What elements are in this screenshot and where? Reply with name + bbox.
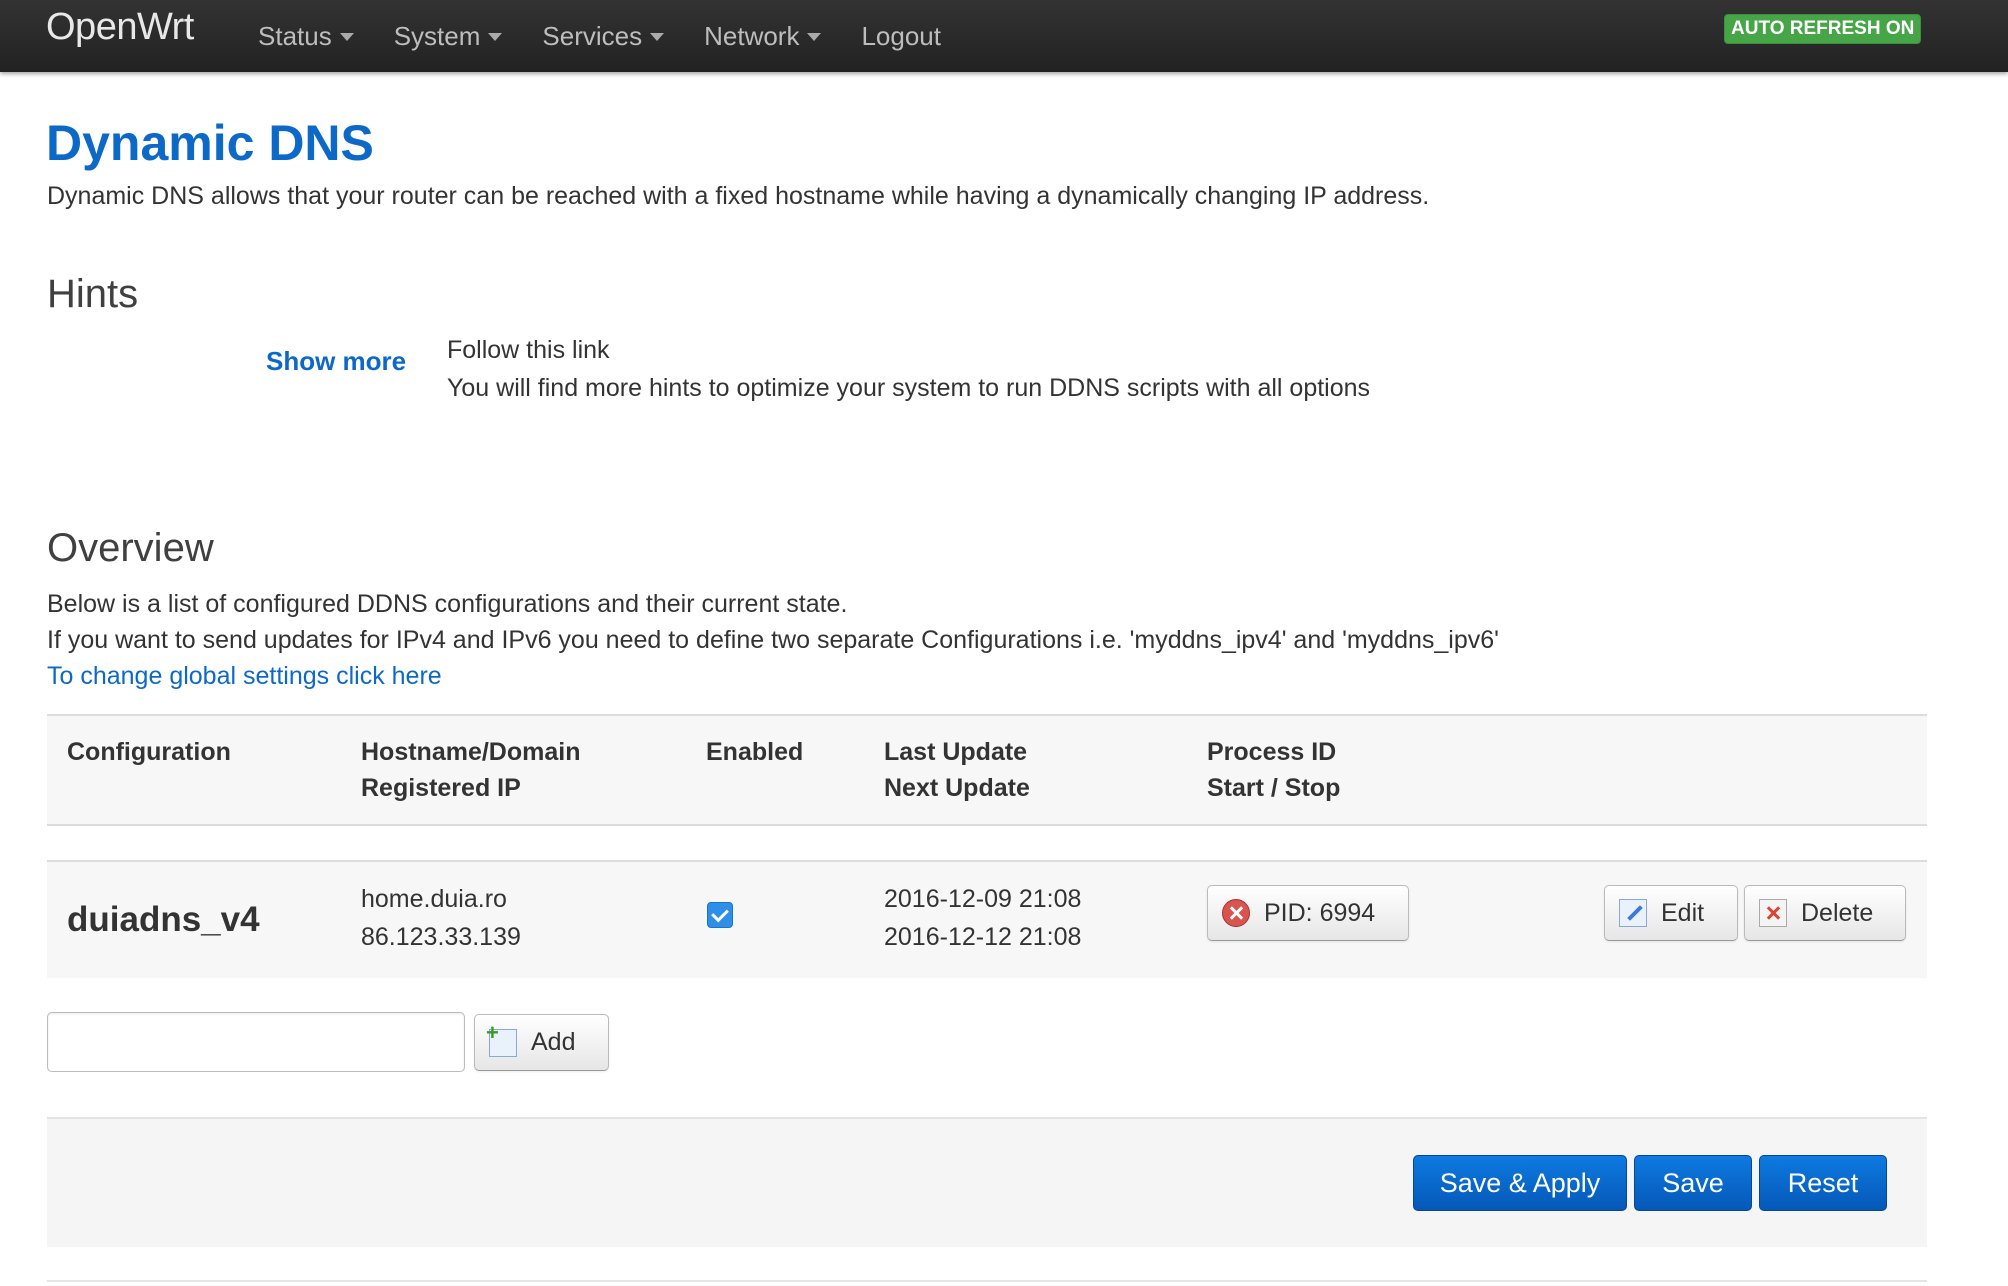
nav-network-label: Network xyxy=(704,20,800,51)
col-enabled-label: Enabled xyxy=(706,738,804,766)
edit-button[interactable]: Edit xyxy=(1604,885,1738,941)
auto-refresh-badge[interactable]: AUTO REFRESH ON xyxy=(1724,14,1922,44)
save-button[interactable]: Save xyxy=(1634,1155,1752,1211)
pid-label: PID: 6994 xyxy=(1264,898,1376,927)
edit-label: Edit xyxy=(1661,898,1705,927)
form-actions-panel: Save & Apply Save Reset xyxy=(47,1117,1927,1247)
hint-text-link: Follow this link xyxy=(447,336,610,364)
delete-button[interactable]: Delete xyxy=(1744,885,1906,941)
caret-down-icon xyxy=(807,33,822,41)
col-update: Last Update Next Update xyxy=(884,734,1030,806)
overview-text-2: If you want to send updates for IPv4 and… xyxy=(47,626,1499,654)
save-apply-button[interactable]: Save & Apply xyxy=(1413,1155,1627,1211)
col-next-update-label: Next Update xyxy=(884,774,1030,802)
nav-system[interactable]: System xyxy=(394,21,503,52)
col-configuration-label: Configuration xyxy=(67,738,231,766)
bottom-divider xyxy=(47,1280,1927,1282)
last-update-value: 2016-12-09 21:08 xyxy=(884,885,1082,913)
nav-logout-label: Logout xyxy=(861,20,941,51)
hostname-value: home.duia.ro xyxy=(361,885,507,913)
main-nav: Status System Services Network Logout xyxy=(258,0,981,72)
nav-system-label: System xyxy=(393,20,481,51)
nav-status[interactable]: Status xyxy=(258,21,354,52)
brand-logo[interactable]: OpenWrt xyxy=(46,6,194,49)
show-more-link[interactable]: Show more xyxy=(266,346,406,377)
caret-down-icon xyxy=(650,33,665,41)
table-header: Configuration Hostname/Domain Registered… xyxy=(47,714,1927,826)
reset-button[interactable]: Reset xyxy=(1759,1155,1887,1211)
delete-icon xyxy=(1759,899,1787,927)
global-settings-link[interactable]: To change global settings click here xyxy=(47,662,442,691)
nav-services-label: Services xyxy=(542,20,643,51)
page-title: Dynamic DNS xyxy=(46,115,374,171)
col-process-id-label: Process ID xyxy=(1207,738,1337,766)
add-button[interactable]: Add xyxy=(474,1014,609,1071)
col-process: Process ID Start / Stop xyxy=(1207,734,1340,806)
delete-label: Delete xyxy=(1801,898,1874,927)
add-icon xyxy=(486,1020,517,1057)
table-row: duiadns_v4 home.duia.ro 86.123.33.139 20… xyxy=(47,860,1927,978)
col-start-stop-label: Start / Stop xyxy=(1207,774,1341,802)
col-registered-ip-label: Registered IP xyxy=(361,774,521,802)
hint-text-description: You will find more hints to optimize you… xyxy=(447,374,1371,402)
page-description: Dynamic DNS allows that your router can … xyxy=(47,182,1430,210)
stop-icon xyxy=(1222,899,1250,927)
edit-icon xyxy=(1619,899,1647,927)
next-update-value: 2016-12-12 21:08 xyxy=(884,923,1082,951)
hostname-cell: home.duia.ro 86.123.33.139 xyxy=(361,880,521,956)
enabled-checkbox[interactable] xyxy=(707,902,733,928)
col-hostname: Hostname/Domain Registered IP xyxy=(361,734,580,806)
caret-down-icon xyxy=(488,33,503,41)
nav-logout[interactable]: Logout xyxy=(861,21,941,52)
col-configuration: Configuration xyxy=(67,734,231,770)
add-label: Add xyxy=(531,1028,576,1056)
nav-services[interactable]: Services xyxy=(542,20,665,52)
stop-process-button[interactable]: PID: 6994 xyxy=(1207,885,1409,941)
col-hostname-label: Hostname/Domain xyxy=(361,738,581,766)
update-cell: 2016-12-09 21:08 2016-12-12 21:08 xyxy=(884,880,1081,956)
col-last-update-label: Last Update xyxy=(884,738,1028,766)
overview-text-1: Below is a list of configured DDNS confi… xyxy=(47,590,848,618)
caret-down-icon xyxy=(339,33,354,41)
registered-ip-value: 86.123.33.139 xyxy=(361,923,521,951)
top-navbar: OpenWrt Status System Services Network L… xyxy=(0,0,2008,72)
config-name: duiadns_v4 xyxy=(67,900,260,939)
new-config-name-input[interactable] xyxy=(47,1012,465,1072)
overview-heading: Overview xyxy=(47,526,214,570)
hints-heading: Hints xyxy=(47,272,139,316)
nav-network[interactable]: Network xyxy=(704,20,822,52)
col-enabled: Enabled xyxy=(706,734,803,770)
nav-status-label: Status xyxy=(258,20,332,51)
